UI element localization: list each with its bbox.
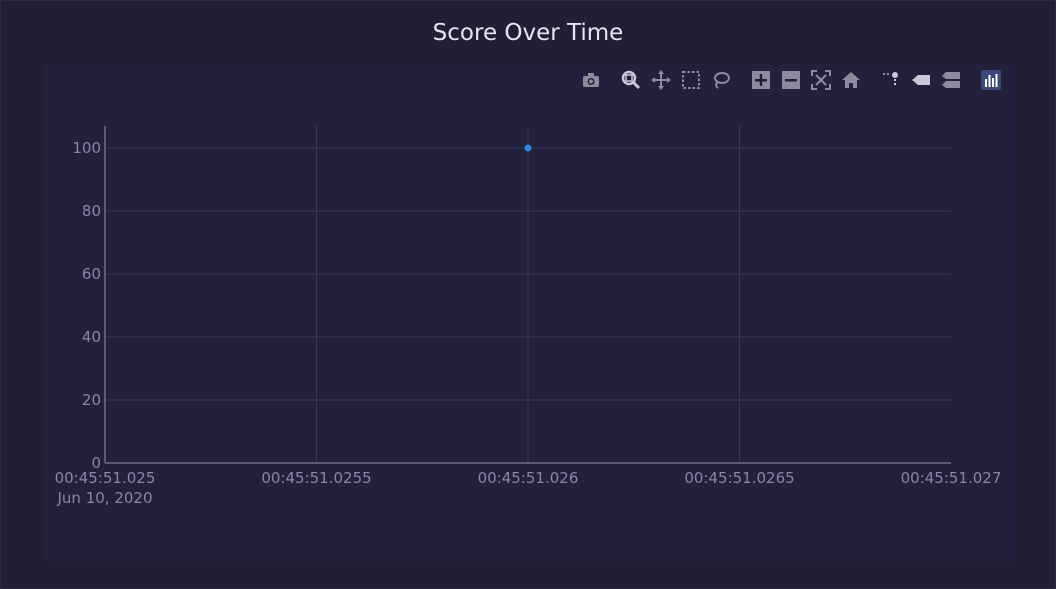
y-tick-labels: 020406080100 bbox=[72, 139, 101, 472]
y-tick-label: 100 bbox=[72, 139, 101, 157]
data-points[interactable] bbox=[524, 144, 532, 152]
y-tick-label: 80 bbox=[82, 202, 101, 220]
x-tick-date-label: Jun 10, 2020 bbox=[56, 489, 152, 507]
x-gridlines bbox=[316, 126, 740, 463]
x-tick-label: 00:45:51.025 bbox=[55, 469, 156, 487]
y-tick-label: 20 bbox=[82, 391, 101, 409]
y-tick-label: 40 bbox=[82, 328, 101, 346]
y-tick-label: 60 bbox=[82, 265, 101, 283]
x-tick-label: 00:45:51.0265 bbox=[684, 469, 794, 487]
x-tick-labels: 00:45:51.025 00:45:51.0255 00:45:51.026 00:… bbox=[55, 469, 1002, 507]
chart-svg: 020406080100 00:45:51.025 00:45:51.0255 00… bbox=[55, 126, 1002, 507]
x-tick-label: 00:45:51.0255 bbox=[261, 469, 371, 487]
x-tick-label: 00:45:51.026 bbox=[478, 469, 579, 487]
data-point[interactable] bbox=[524, 144, 532, 152]
x-tick-label: 00:45:51.027 bbox=[901, 469, 1002, 487]
